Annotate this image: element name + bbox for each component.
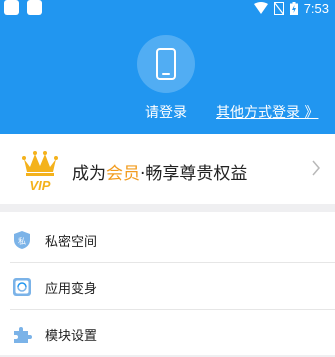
- private-space-icon: 私: [14, 231, 30, 249]
- no-signal-icon: [273, 1, 284, 15]
- other-login-link[interactable]: 其他方式登录 》: [216, 102, 318, 122]
- menu-list: 私 私密空间 应用变身 模块设置: [0, 212, 335, 355]
- svg-text:私: 私: [18, 237, 26, 246]
- status-bar: 7:53: [0, 0, 335, 18]
- menu-item-label: 私密空间: [45, 235, 98, 250]
- vip-text-suffix: ·畅享尊贵权益: [140, 164, 248, 184]
- menu-item-label: 应用变身: [45, 282, 98, 297]
- vip-text-prefix: 成为: [72, 164, 106, 184]
- puzzle-icon: [14, 327, 32, 343]
- wifi-icon: [253, 2, 268, 14]
- login-link[interactable]: 请登录: [145, 102, 187, 122]
- notification-icon: [4, 0, 19, 15]
- avatar[interactable]: [137, 35, 195, 93]
- app-disguise-icon: [13, 278, 31, 296]
- phone-icon: [156, 48, 176, 80]
- chevron-right-icon: [312, 160, 320, 176]
- menu-item-label: 模块设置: [45, 329, 98, 344]
- notification-icon: [27, 0, 42, 15]
- vip-banner[interactable]: VIP 成为会员·畅享尊贵权益: [0, 134, 335, 204]
- vip-text-highlight: 会员: [106, 164, 140, 184]
- svg-text:VIP: VIP: [30, 178, 51, 193]
- header: 7:53 请登录 其他方式登录 》: [0, 0, 335, 134]
- menu-item-module-settings[interactable]: 模块设置: [0, 310, 335, 357]
- vip-crown-icon: VIP: [22, 151, 58, 193]
- menu-item-private-space[interactable]: 私 私密空间: [0, 216, 335, 263]
- status-time: 7:53: [303, 0, 329, 16]
- vip-text: 成为会员·畅享尊贵权益: [72, 159, 247, 184]
- status-bar-right: 7:53: [253, 0, 329, 16]
- menu-item-app-disguise[interactable]: 应用变身: [0, 263, 335, 310]
- battery-icon: [289, 1, 298, 15]
